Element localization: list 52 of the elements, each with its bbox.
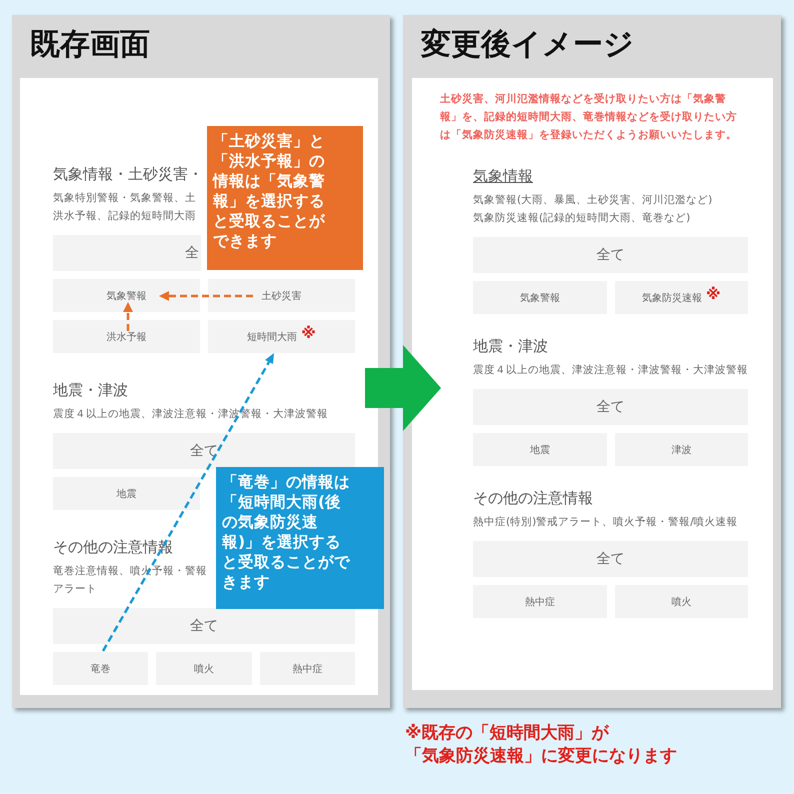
option-button[interactable]: 地震 xyxy=(473,433,606,466)
note-mark: ※ xyxy=(301,324,316,342)
callout-text: できます xyxy=(213,231,277,251)
option-button[interactable]: 短時間大雨 ※ xyxy=(208,320,355,353)
option-button[interactable]: 熱中症 xyxy=(473,585,606,618)
all-button[interactable]: 全 xyxy=(53,235,201,271)
callout-text: 「土砂災害」と xyxy=(213,131,325,151)
section-description: 気象特別警報・気象警報、土 xyxy=(53,191,196,206)
footnote-text: 「気象防災速報」に変更になります xyxy=(405,745,677,768)
callout-text: 「洪水予報」の xyxy=(213,151,325,171)
section-title: 気象情報 xyxy=(473,166,533,186)
option-button[interactable]: 噴火 xyxy=(614,585,748,618)
note-mark: ※ xyxy=(706,284,721,302)
option-button[interactable]: 地震 xyxy=(53,477,200,510)
all-button[interactable]: 全て xyxy=(53,433,355,469)
callout-text: 「短時間大雨(後 xyxy=(222,492,342,512)
dashed-arrow xyxy=(123,302,133,331)
option-button[interactable]: 洪水予報 xyxy=(53,320,200,353)
option-button[interactable]: 熱中症 xyxy=(260,652,355,685)
option-button[interactable]: 土砂災害 xyxy=(208,279,355,312)
callout-text: と受取ることが xyxy=(213,211,325,231)
section-description: 気象警報(大雨、暴風、土砂災害、河川氾濫など) xyxy=(473,193,712,208)
callout-text: 「竜巻」の情報は xyxy=(222,472,350,492)
callout-text: 情報は「気象警 xyxy=(213,171,325,191)
option-button[interactable]: 気象防災速報 ※ xyxy=(614,281,748,314)
option-button[interactable]: 気象警報 xyxy=(473,281,606,314)
option-button[interactable]: 竜巻 xyxy=(53,652,148,685)
option-button[interactable]: 津波 xyxy=(614,433,748,466)
panel-title: 既存画面 xyxy=(29,26,151,64)
option-button[interactable]: 噴火 xyxy=(156,652,252,685)
callout-text: 報)」を選択する xyxy=(222,532,342,552)
section-description: 熱中症(特別)警戒アラート、噴火予報・警報/噴火速報 xyxy=(473,515,738,530)
callout-text: と受取ることがで xyxy=(222,552,350,572)
callout-text: の気象防災速 xyxy=(222,512,318,532)
section-description: 洪水予報、記録的短時間大雨 xyxy=(53,209,196,224)
callout-text: きます xyxy=(222,572,270,592)
section-description: アラート xyxy=(53,582,97,597)
section-title: 地震・津波 xyxy=(473,336,548,356)
callout-text: 報」を選択する xyxy=(213,191,325,211)
notice-text: 土砂災害、河川氾濫情報などを受け取りたい方は「気象警報」を、記録的短時間大雨、竜巻情報などを受け取りたい方は「気象防災速報」を登録いただくようお願いいたします。 xyxy=(439,92,738,143)
all-button[interactable]: 全て xyxy=(473,389,748,425)
section-description: 震度４以上の地震、津波注意報・津波警報・大津波警報 xyxy=(473,363,748,378)
section-title: 気象情報・土砂災害・ xyxy=(53,164,203,184)
all-button[interactable]: 全て xyxy=(473,541,748,577)
panel-title: 変更後イメージ xyxy=(420,26,635,64)
footnote-text: ※既存の「短時間大雨」が xyxy=(405,722,609,745)
option-button[interactable]: 気象警報 xyxy=(53,279,200,312)
all-button[interactable]: 全て xyxy=(53,608,355,644)
section-description: 気象防災速報(記録的短時間大雨、竜巻など) xyxy=(473,211,690,226)
all-button[interactable]: 全て xyxy=(473,237,748,273)
section-title: その他の注意情報 xyxy=(473,488,593,508)
section-title: 地震・津波 xyxy=(53,380,128,400)
